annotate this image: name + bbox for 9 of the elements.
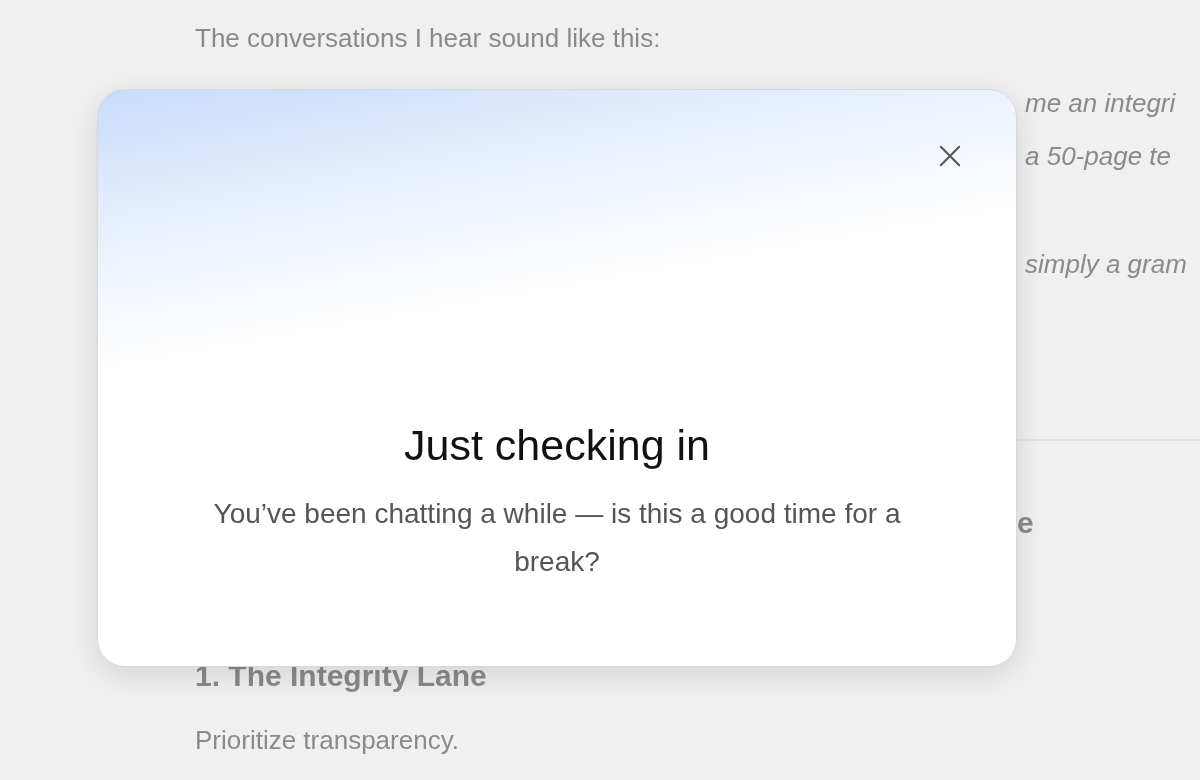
paragraph-text: Prioritize transparency. bbox=[195, 724, 460, 756]
close-icon[interactable] bbox=[939, 145, 961, 167]
dialog-title: Just checking in bbox=[404, 420, 710, 470]
quote-text: a 50-page te bbox=[1025, 141, 1171, 171]
paragraph-text: The conversations I hear sound like this: bbox=[195, 22, 662, 54]
quote-text: simply a gram bbox=[1025, 249, 1187, 279]
dialog-message: You’ve been chatting a while — is this a good time for a break? bbox=[212, 497, 902, 579]
quote-text: me an integri bbox=[1025, 88, 1176, 118]
heading-text: e bbox=[1017, 506, 1034, 539]
